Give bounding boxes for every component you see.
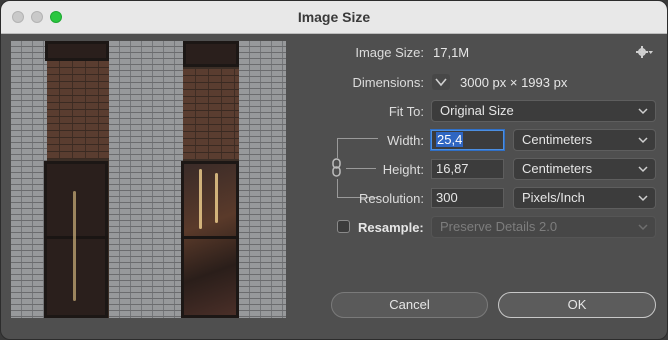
preview-red-brick-2 <box>183 69 239 159</box>
preview-window-top-2 <box>183 41 239 67</box>
preview-reflection-3 <box>73 191 76 301</box>
height-value: 16,87 <box>436 161 469 176</box>
fit-to-dropdown[interactable]: Original Size <box>431 100 656 122</box>
preview-mullion-2 <box>181 236 239 239</box>
preview-window-lower-2 <box>181 161 239 318</box>
resolution-unit-value: Pixels/Inch <box>522 190 585 205</box>
cancel-button[interactable]: Cancel <box>331 292 488 318</box>
width-unit-value: Centimeters <box>522 132 593 147</box>
resolution-unit-dropdown[interactable]: Pixels/Inch <box>513 187 656 209</box>
dimensions-label: Dimensions: <box>352 75 424 90</box>
chevron-down-icon <box>435 78 447 87</box>
chevron-down-icon <box>638 108 648 115</box>
resample-method-value: Preserve Details 2.0 <box>440 219 558 234</box>
chevron-down-icon <box>638 195 648 202</box>
chevron-down-icon <box>638 137 648 144</box>
image-size-dialog: Image Size Image Size: 17,1M Dimensions: <box>0 0 668 340</box>
resample-method-dropdown[interactable]: Preserve Details 2.0 <box>431 216 656 238</box>
fit-to-label: Fit To: <box>388 104 424 119</box>
preview-reflection-2 <box>215 173 218 223</box>
resample-label: Resample: <box>358 220 424 235</box>
preview-brick-column <box>11 41 47 318</box>
height-unit-value: Centimeters <box>522 161 593 176</box>
chevron-down-icon <box>638 224 648 231</box>
image-preview[interactable] <box>11 41 286 318</box>
preview-mullion <box>44 236 108 239</box>
ok-button[interactable]: OK <box>498 292 656 318</box>
height-label: Height: <box>382 162 424 177</box>
window-title: Image Size <box>297 9 371 25</box>
width-unit-dropdown[interactable]: Centimeters <box>513 129 656 151</box>
width-value: 25,4 <box>436 132 464 147</box>
resample-checkbox[interactable] <box>337 220 350 233</box>
width-label: Width: <box>387 133 424 148</box>
height-unit-dropdown[interactable]: Centimeters <box>513 158 656 180</box>
preview-reflection <box>199 169 202 229</box>
dimensions-value: 3000 px × 1993 px <box>460 75 568 90</box>
preview-window-top <box>45 41 109 61</box>
dimensions-toggle[interactable] <box>432 74 450 90</box>
preview-brick-column-2 <box>239 41 286 318</box>
image-size-label: Image Size: <box>355 45 424 60</box>
resolution-value: 300 <box>436 190 458 205</box>
fit-to-value: Original Size <box>440 103 514 118</box>
resolution-input[interactable]: 300 <box>431 188 504 208</box>
width-input[interactable]: 25,4 <box>431 130 504 150</box>
preview-window-lower <box>44 161 108 318</box>
preview-brick-pier <box>109 41 183 318</box>
chevron-down-icon <box>638 166 648 173</box>
height-input[interactable]: 16,87 <box>431 159 504 179</box>
resolution-label: Resolution: <box>358 191 424 206</box>
title-bar: Image Size <box>1 1 667 34</box>
image-size-value: 17,1M <box>433 45 470 60</box>
gear-icon[interactable] <box>636 45 654 59</box>
preview-red-brick <box>47 61 109 159</box>
